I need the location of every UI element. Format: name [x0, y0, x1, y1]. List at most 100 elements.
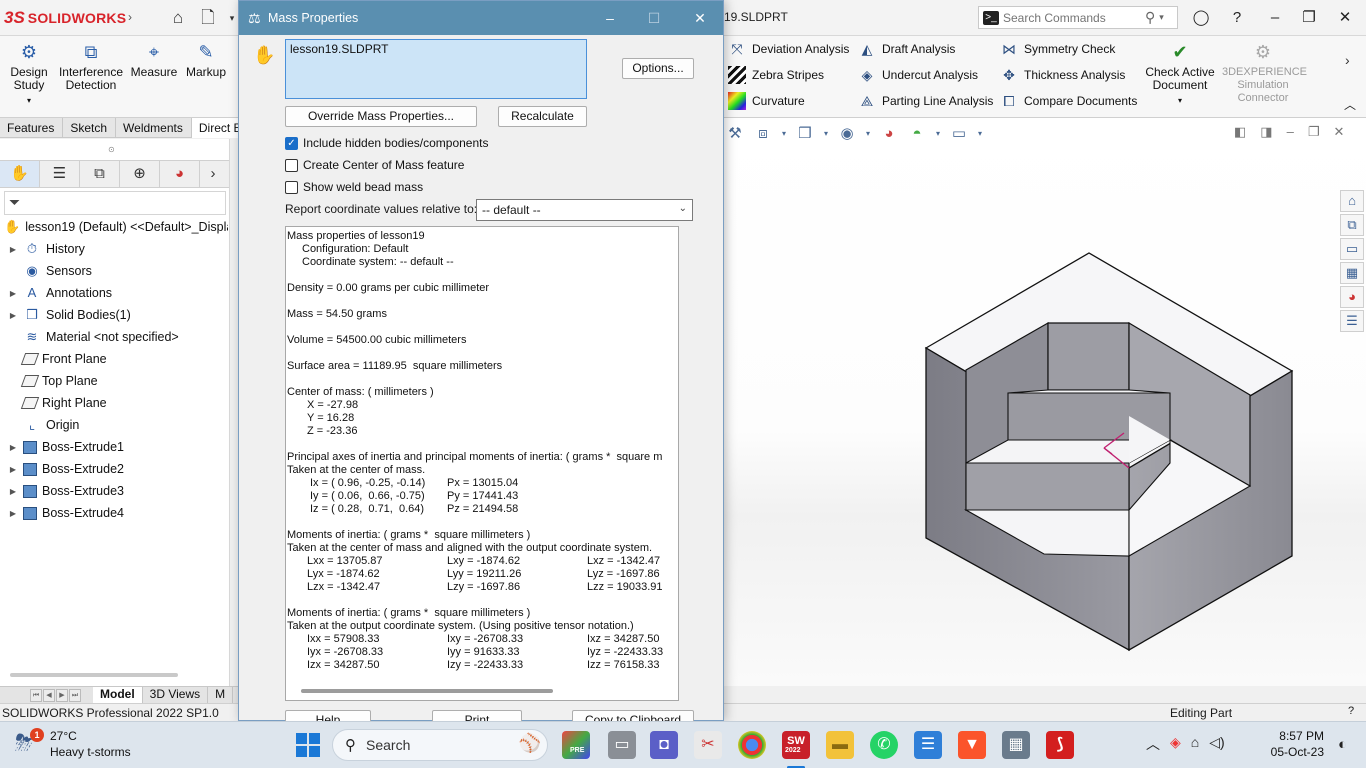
search-icon[interactable]: ⚲	[1145, 9, 1155, 26]
tray-network-icon[interactable]: ⌂	[1191, 734, 1199, 754]
taskbar-photos-preview-icon[interactable]: PRE	[562, 731, 590, 759]
tab-sketch[interactable]: Sketch	[63, 118, 117, 138]
tree-horizontal-scrollbar[interactable]	[10, 673, 178, 677]
recalculate-button[interactable]: Recalculate	[498, 106, 587, 127]
taskbar-search[interactable]: ⚲ Search ⚾	[332, 729, 548, 761]
tree-item[interactable]: Top Plane	[0, 370, 228, 392]
dialog-minimize-icon[interactable]: –	[595, 7, 625, 29]
dialog-close-icon[interactable]: ✕	[685, 7, 715, 29]
tree-item[interactable]: Right Plane	[0, 392, 228, 414]
search-commands-box[interactable]: >_ ⚲ ▾	[978, 6, 1178, 29]
tab-weldments[interactable]: Weldments	[116, 118, 192, 138]
dimxpert-tab-icon[interactable]: ⊕	[120, 161, 160, 187]
mass-properties-results[interactable]: Mass properties of lesson19 Configuratio…	[285, 226, 679, 701]
tree-item[interactable]: ▶ Boss-Extrude3	[0, 480, 228, 502]
panel-grip-icon[interactable]: ⊙	[108, 145, 115, 154]
expand-arrow-icon[interactable]: ▶	[7, 465, 19, 474]
tab-3d-views[interactable]: 3D Views	[143, 687, 209, 703]
check-active-document-button[interactable]: ✔ Check Active Document ▾	[1144, 40, 1216, 107]
tree-item[interactable]: ▶ Boss-Extrude4	[0, 502, 228, 524]
tree-item[interactable]: ▶ ⏱ History	[0, 238, 228, 260]
taskbar-solidworks-icon[interactable]: SW 2022	[782, 731, 810, 759]
configurationmanager-tab-icon[interactable]: ⧉	[80, 161, 120, 187]
taskbar-whatsapp-icon[interactable]: ✆	[870, 731, 898, 759]
parting-line-analysis-button[interactable]: ⟁ Parting Line Analysis	[858, 90, 994, 112]
create-center-of-mass-checkbox[interactable]: Create Center of Mass feature	[285, 157, 464, 173]
status-help-icon[interactable]: ?	[1348, 705, 1354, 717]
tree-root-part[interactable]: ✋ lesson19 (Default) <<Default>_Display	[0, 216, 228, 238]
tree-item[interactable]: ⌞ Origin	[0, 414, 228, 436]
interference-detection-button[interactable]: ⧉ Interference Detection	[58, 40, 124, 92]
tree-item[interactable]: ▶ ❒ Solid Bodies(1)	[0, 304, 228, 326]
expand-arrow-icon[interactable]: ▶	[7, 311, 19, 320]
tree-item[interactable]: ▶ Boss-Extrude1	[0, 436, 228, 458]
thickness-analysis-button[interactable]: ✥ Thickness Analysis	[1000, 64, 1137, 86]
options-button[interactable]: Options...	[622, 58, 694, 79]
taskbar-acrobat-icon[interactable]: ⟆	[1046, 731, 1074, 759]
symmetry-check-button[interactable]: ⋈ Symmetry Check	[1000, 38, 1137, 60]
tray-app-icon[interactable]: ◈	[1170, 734, 1181, 754]
windows-start-icon[interactable]	[296, 733, 320, 757]
weather-description[interactable]: Heavy t-storms	[50, 745, 131, 759]
checkbox-unchecked-icon[interactable]	[285, 158, 298, 172]
tray-volume-icon[interactable]: ◁)	[1209, 734, 1224, 754]
display-manager-tab-icon[interactable]: ◕	[160, 161, 200, 187]
solidworks-logo[interactable]: 3S SOLIDWORKS	[4, 6, 126, 30]
show-weld-bead-mass-checkbox[interactable]: Show weld bead mass	[285, 179, 423, 195]
zebra-stripes-button[interactable]: Zebra Stripes	[728, 64, 849, 86]
tree-item[interactable]: Front Plane	[0, 348, 228, 370]
results-horizontal-scrollbar[interactable]	[301, 689, 553, 693]
notification-icon[interactable]: ◐	[1338, 736, 1347, 753]
expand-arrow-icon[interactable]: ▶	[7, 509, 19, 518]
tray-chevron-up-icon[interactable]: ︿	[1146, 734, 1160, 754]
clock-time[interactable]: 8:57 PM	[1268, 729, 1324, 743]
dialog-title-bar[interactable]: ⚖ Mass Properties – ☐ ✕	[239, 1, 723, 35]
taskbar-calculator-icon[interactable]: ▦	[1002, 731, 1030, 759]
propertymanager-tab-icon[interactable]: ☰	[40, 161, 80, 187]
tree-item[interactable]: ◉ Sensors	[0, 260, 228, 282]
markup-button[interactable]: ✎ Markup	[182, 40, 230, 79]
search-dropdown-icon[interactable]: ▾	[1159, 12, 1164, 23]
featuremanager-tab-icon[interactable]: ✋	[0, 161, 40, 187]
override-mass-properties-button[interactable]: Override Mass Properties...	[285, 106, 477, 127]
expand-arrow-icon[interactable]: ▶	[7, 487, 19, 496]
taskbar-brave-icon[interactable]: ▼	[958, 731, 986, 759]
menu-chevron-icon[interactable]: ›	[128, 10, 132, 24]
tree-item[interactable]: ≋ Material <not specified>	[0, 326, 228, 348]
search-commands-input[interactable]	[1003, 10, 1143, 25]
tab-features[interactable]: Features	[0, 118, 64, 138]
include-hidden-bodies-checkbox[interactable]: ✓ Include hidden bodies/components	[285, 135, 488, 151]
home-icon[interactable]: ⌂	[168, 8, 188, 28]
last-tab-icon[interactable]: ⏭	[69, 688, 81, 702]
minimize-icon[interactable]: –	[1262, 6, 1288, 30]
selected-items-box[interactable]: lesson19.SLDPRT	[285, 39, 587, 99]
tree-item[interactable]: ▶ A Annotations	[0, 282, 228, 304]
user-icon[interactable]: ◯	[1188, 6, 1214, 30]
chevron-right-icon[interactable]: ›	[1345, 52, 1350, 68]
panel-splitter[interactable]	[229, 139, 238, 687]
first-tab-icon[interactable]: ⏮	[30, 688, 42, 702]
restore-icon[interactable]: ❐	[1296, 6, 1322, 30]
new-document-icon[interactable]: 🗋	[198, 8, 218, 28]
tree-item[interactable]: ▶ Boss-Extrude2	[0, 458, 228, 480]
chevron-up-icon[interactable]: ︿	[1344, 96, 1356, 113]
compare-documents-button[interactable]: ⧠ Compare Documents	[1000, 90, 1137, 112]
measure-button[interactable]: ⌖ Measure	[128, 40, 180, 79]
clock-date[interactable]: 05-Oct-23	[1268, 745, 1324, 759]
3d-part-model[interactable]	[724, 118, 1366, 686]
taskbar-snipping-tool-icon[interactable]: ✂	[694, 731, 722, 759]
close-icon[interactable]: ✕	[1332, 6, 1358, 30]
taskbar-notepad-icon[interactable]: ☰	[914, 731, 942, 759]
taskbar-task-view-icon[interactable]: ▭	[608, 731, 636, 759]
3dexperience-simulation-connector-button[interactable]: ⚙ 3DEXPERIENCE Simulation Connector	[1222, 40, 1307, 105]
deviation-analysis-button[interactable]: ⤧ Deviation Analysis	[728, 38, 849, 60]
taskbar-file-explorer-icon[interactable]: ▬	[826, 731, 854, 759]
curvature-button[interactable]: Curvature	[728, 90, 849, 112]
draft-analysis-button[interactable]: ◭ Draft Analysis	[858, 38, 993, 60]
tab-motion-study[interactable]: M	[208, 687, 234, 703]
taskbar-teams-icon[interactable]: ◘	[650, 731, 678, 759]
prev-tab-icon[interactable]: ◀	[43, 688, 55, 702]
next-tab-icon[interactable]: ▶	[56, 688, 68, 702]
checkbox-unchecked-icon[interactable]	[285, 180, 298, 194]
design-study-button[interactable]: ⚙ Design Study ▾	[4, 40, 54, 107]
